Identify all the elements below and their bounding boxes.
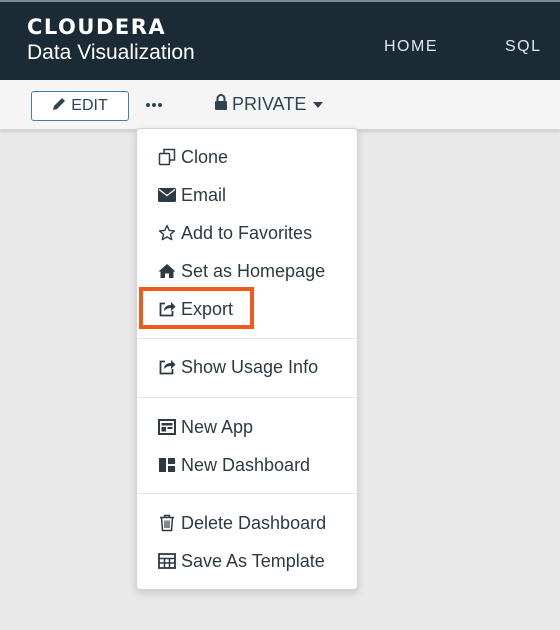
home-icon <box>157 262 176 281</box>
menu-item-email[interactable]: Email <box>157 183 226 207</box>
product-name: Data Visualization <box>27 41 195 64</box>
visibility-dropdown[interactable]: PRIVATE <box>214 94 324 115</box>
menu-item-save-as-template[interactable]: Save As Template <box>157 549 325 573</box>
dashboard-toolbar: EDIT PRIVATE <box>0 80 560 130</box>
menu-divider <box>138 493 356 494</box>
menu-item-label: Delete Dashboard <box>181 512 327 533</box>
edit-button[interactable]: EDIT <box>31 91 129 121</box>
menu-item-label: Save As Template <box>181 550 325 571</box>
nav-sql[interactable]: SQL <box>505 38 542 56</box>
caret-down-icon <box>313 101 324 108</box>
menu-item-delete-dashboard[interactable]: Delete Dashboard <box>157 511 326 535</box>
menu-item-label: Set as Homepage <box>181 260 326 281</box>
brand-name: CLOUDERA <box>27 15 167 39</box>
visibility-label: PRIVATE <box>232 94 307 114</box>
menu-divider <box>138 397 356 398</box>
menu-item-show-usage-info[interactable]: Show Usage Info <box>157 355 318 379</box>
menu-item-new-app[interactable]: New App <box>157 415 253 439</box>
export-highlight-box <box>139 287 254 329</box>
menu-item-label: Add to Favorites <box>181 222 313 243</box>
ellipsis-icon[interactable] <box>144 93 164 117</box>
menu-item-label: New Dashboard <box>181 454 311 475</box>
menu-item-new-dashboard[interactable]: New Dashboard <box>157 453 310 477</box>
menu-item-clone[interactable]: Clone <box>157 145 228 169</box>
clone-icon <box>157 148 176 167</box>
top-header: CLOUDERA Data Visualization HOME SQL <box>0 0 560 80</box>
export-icon <box>157 358 176 377</box>
dashboard-icon <box>157 456 176 475</box>
app-logo[interactable]: CLOUDERA Data Visualization <box>27 16 195 66</box>
menu-item-add-to-favorites[interactable]: Add to Favorites <box>157 221 312 245</box>
edit-label: EDIT <box>71 97 108 114</box>
menu-item-label: New App <box>181 416 254 437</box>
menu-item-label: Email <box>181 184 227 205</box>
envelope-icon <box>157 186 176 205</box>
star-icon <box>157 224 176 243</box>
nav-home[interactable]: HOME <box>384 38 438 56</box>
table-icon <box>157 552 176 571</box>
menu-item-set-as-homepage[interactable]: Set as Homepage <box>157 259 325 283</box>
app-icon <box>157 418 176 437</box>
pencil-icon <box>52 97 66 116</box>
actions-dropdown-menu: Clone Email Add to Favorites Set as Home… <box>136 128 358 590</box>
menu-divider <box>138 338 356 339</box>
trash-icon <box>157 514 176 533</box>
lock-icon <box>214 94 228 115</box>
menu-item-label: Show Usage Info <box>181 356 319 377</box>
menu-item-label: Clone <box>181 146 229 167</box>
